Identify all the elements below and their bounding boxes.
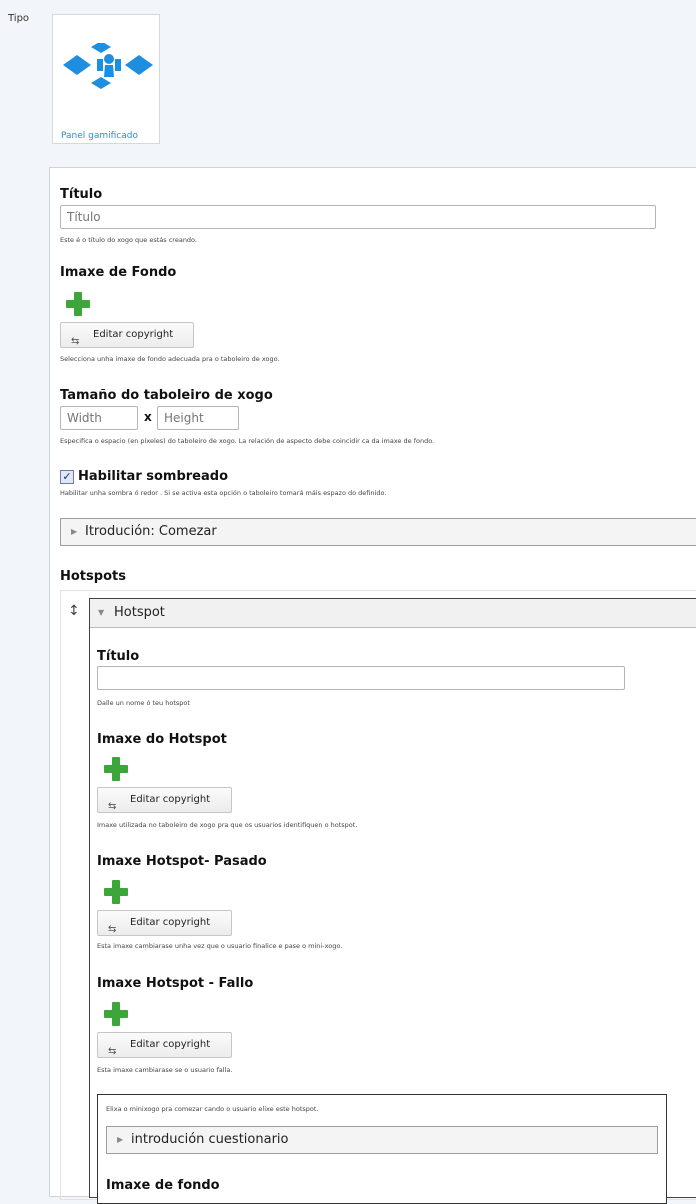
expand-icon: ▶	[117, 1135, 124, 1144]
hotspot-passed-label: Imaxe Hotspot- Pasado	[97, 854, 267, 869]
background-image-label: Imaxe de Fondo	[60, 265, 177, 280]
hotspot-failed-description: Esta imaxe cambiarase se o usuario falla…	[97, 1066, 233, 1074]
shadow-label: Habilitar sombreado	[78, 469, 229, 484]
height-input[interactable]	[157, 406, 239, 430]
hotspot-failed-copyright-label: Editar copyright	[130, 1039, 211, 1050]
handshake-icon: ⇆	[108, 1046, 117, 1057]
hotspot-image-copyright-button[interactable]: ⇆ Editar copyright	[97, 787, 232, 813]
hotspot-header[interactable]: ▼ Hotspot	[90, 599, 696, 628]
minigame-collapsible[interactable]: ▶ introdución cuestionario	[106, 1126, 658, 1154]
hotspot-failed-copyright-button[interactable]: ⇆ Editar copyright	[97, 1032, 232, 1058]
add-passed-image-icon[interactable]	[104, 880, 128, 904]
add-background-image-icon[interactable]	[66, 292, 90, 316]
hotspot-image-label: Imaxe do Hotspot	[97, 732, 227, 747]
title-label: Título	[60, 187, 103, 202]
gamified-panel-logo	[63, 43, 153, 89]
tile-caption[interactable]: Panel gamificado	[61, 131, 138, 141]
hotspot-passed-description: Esta imaxe cambiarase unha vez que o usu…	[97, 942, 343, 950]
title-description: Este é o título do xogo que estás creand…	[60, 236, 197, 244]
size-separator: x	[144, 410, 152, 424]
width-input[interactable]	[60, 406, 138, 430]
content-type-tile[interactable]: Panel gamificado	[52, 14, 160, 144]
expand-icon: ▶	[71, 527, 78, 536]
add-failed-image-icon[interactable]	[104, 1002, 128, 1026]
hotspot-image-description: Imaxe utilizada no taboleiro de xogo pra…	[97, 821, 358, 829]
intro-collapsible-label: Itrodución: Comezar	[85, 524, 217, 539]
intro-collapsible[interactable]: ▶ Itrodución: Comezar	[60, 518, 696, 546]
handshake-icon: ⇆	[108, 924, 117, 935]
drag-handle-icon[interactable]: ↕	[68, 603, 80, 619]
handshake-icon: ⇆	[108, 801, 117, 812]
edit-copyright-button[interactable]: ⇆ Editar copyright	[60, 322, 194, 348]
hotspot-header-label: Hotspot	[114, 605, 165, 620]
shadow-checkbox[interactable]: ✓	[60, 470, 74, 484]
type-label: Tipo	[8, 13, 30, 24]
board-size-label: Tamaño do taboleiro de xogo	[60, 388, 273, 403]
hotspot-title-description: Dalle un nome ó teu hotspot	[97, 699, 190, 707]
hotspot-title-input[interactable]	[97, 666, 625, 690]
minigame-collapsible-label: introdución cuestionario	[131, 1132, 289, 1147]
hotspots-label: Hotspots	[60, 569, 126, 584]
minigame-description: Elixa o minixogo pra comezar cando o usu…	[106, 1105, 319, 1113]
shadow-description: Habilitar unha sombra ó redor . Si se ac…	[60, 489, 387, 497]
collapse-icon: ▼	[98, 608, 105, 617]
edit-copyright-label: Editar copyright	[93, 329, 174, 340]
background-description: Selecciona unha imaxe de fondo adecuada …	[60, 355, 280, 363]
hotspot-title-label: Título	[97, 649, 140, 664]
hotspot-passed-copyright-label: Editar copyright	[130, 917, 211, 928]
size-description: Especifica o espacio (en píxeles) do tab…	[60, 437, 435, 445]
hotspot-image-copyright-label: Editar copyright	[130, 794, 211, 805]
handshake-icon: ⇆	[71, 336, 80, 347]
title-input[interactable]	[60, 205, 656, 229]
add-hotspot-image-icon[interactable]	[104, 757, 128, 781]
hotspot-failed-label: Imaxe Hotspot - Fallo	[97, 976, 254, 991]
hotspot-passed-copyright-button[interactable]: ⇆ Editar copyright	[97, 910, 232, 936]
